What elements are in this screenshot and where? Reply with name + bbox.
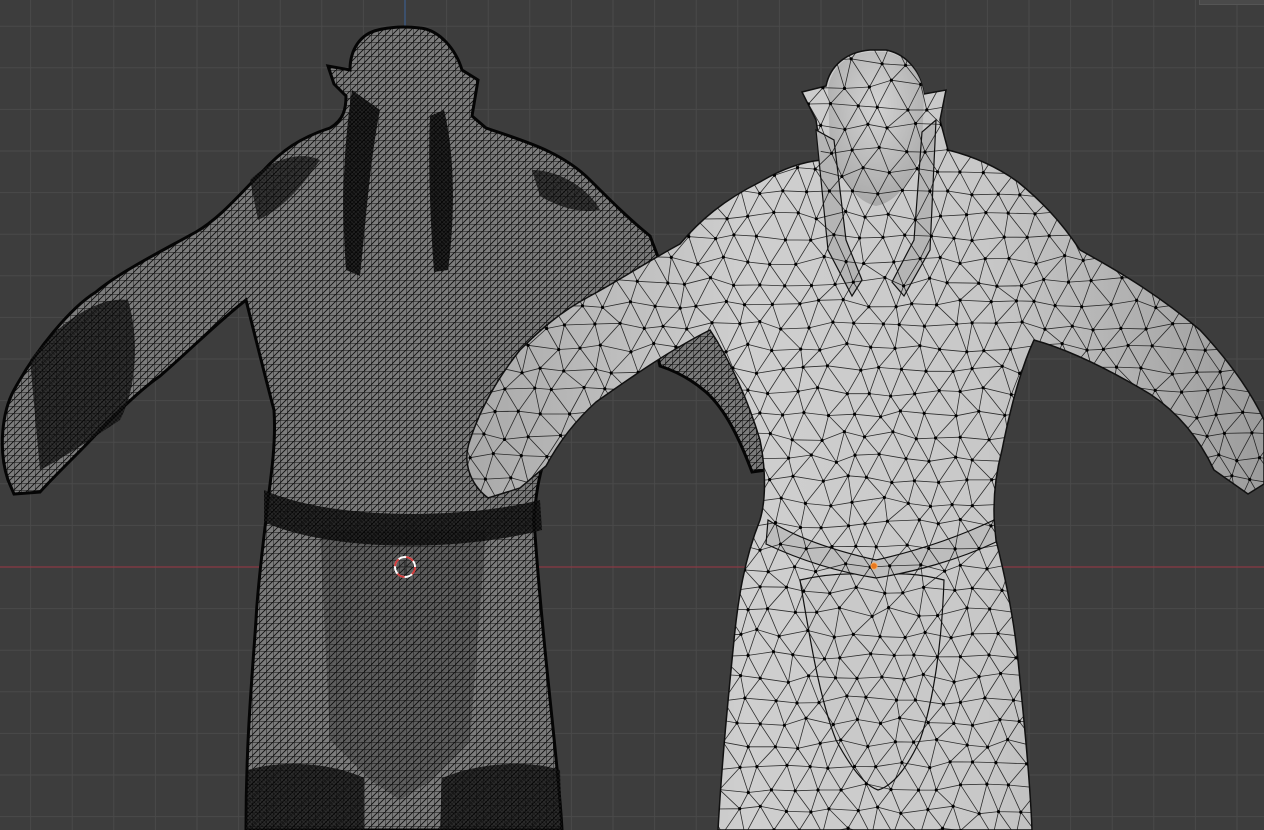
viewport-background [0,0,1264,830]
active-vertex[interactable] [870,562,878,570]
3d-cursor[interactable] [394,556,416,578]
3d-viewport[interactable] [0,0,1264,830]
viewport-corner-widget[interactable] [1199,0,1264,5]
